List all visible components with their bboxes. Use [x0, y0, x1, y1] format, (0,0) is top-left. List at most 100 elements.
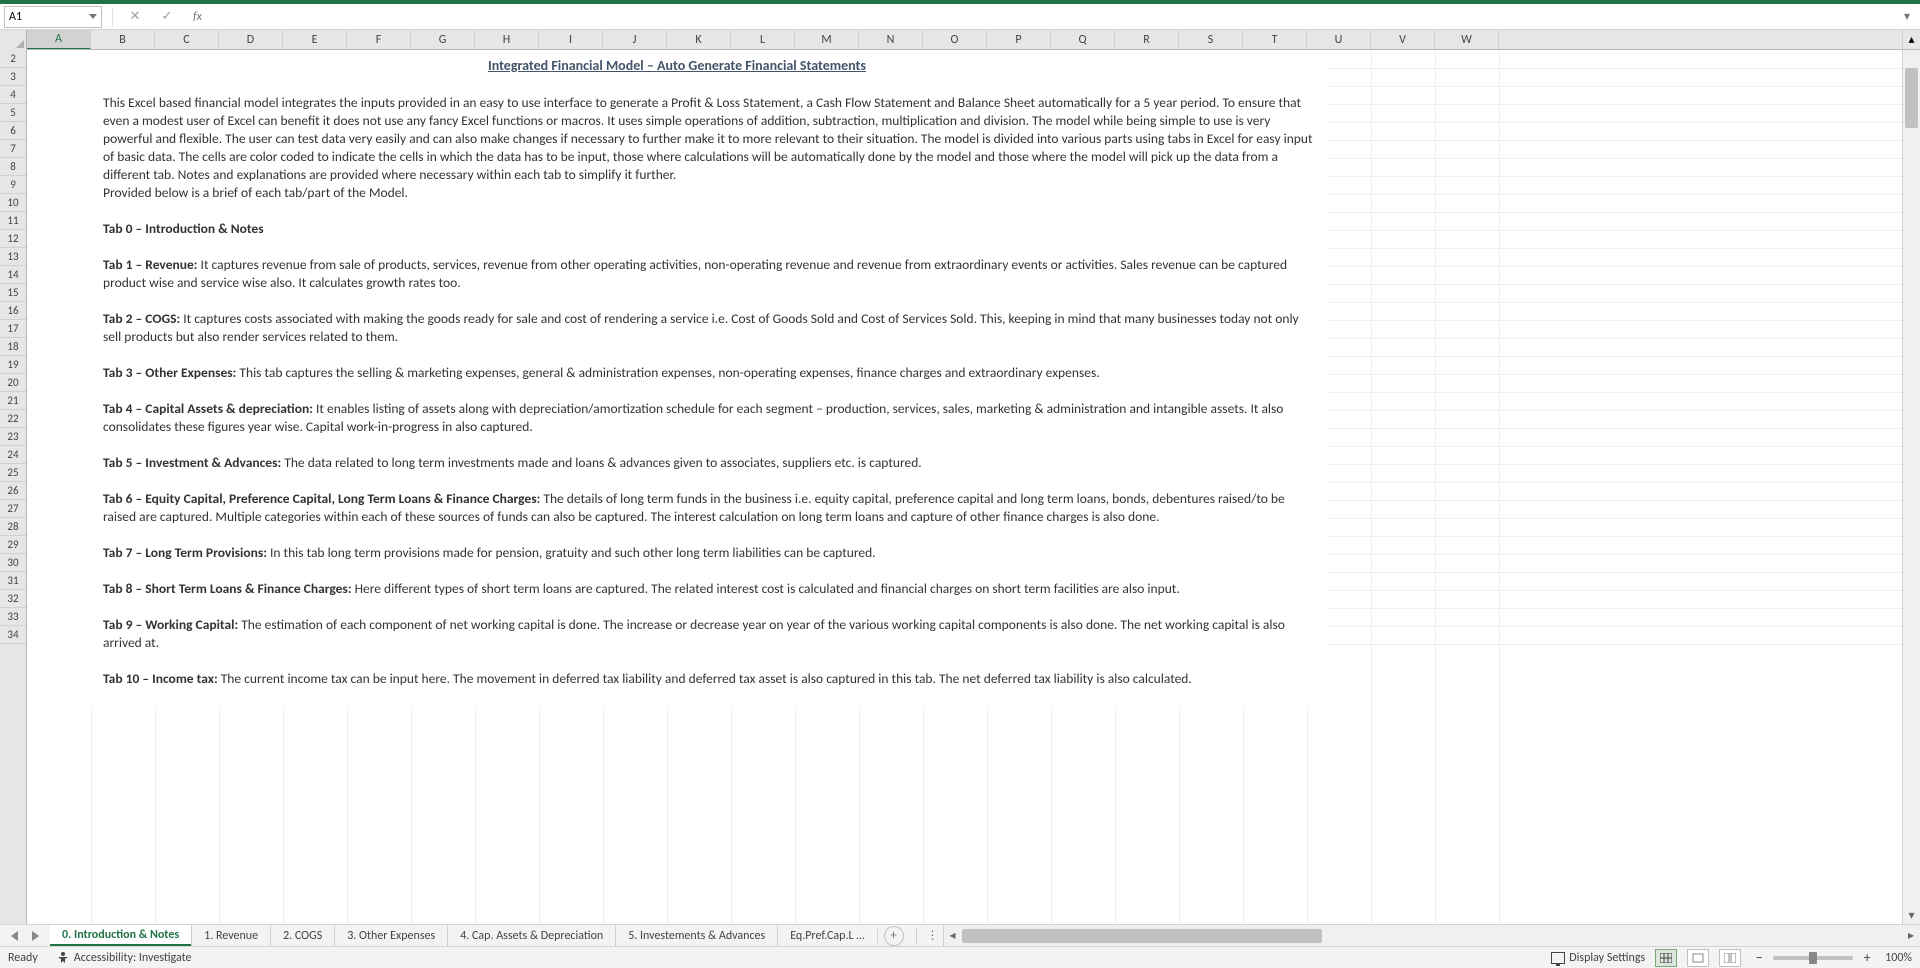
grid-area[interactable]: 2345678910111213141516171819202122232425…	[0, 50, 1920, 924]
column-header-m[interactable]: M	[795, 30, 859, 49]
row-header-14[interactable]: 14	[0, 266, 26, 284]
column-header-j[interactable]: J	[603, 30, 667, 49]
normal-view-button[interactable]	[1655, 949, 1677, 967]
page-layout-view-button[interactable]	[1687, 949, 1709, 967]
cancel-formula-icon[interactable]: ✕	[127, 9, 143, 25]
column-header-t[interactable]: T	[1243, 30, 1307, 49]
vertical-scrollbar[interactable]: ▴ ▾	[1902, 50, 1920, 924]
add-sheet-button[interactable]: +	[884, 926, 904, 946]
sheet-tab-overflow[interactable]: Eq.Pref.Cap.L …	[777, 929, 877, 943]
scroll-down-button[interactable]: ▾	[1903, 906, 1920, 924]
row-header-10[interactable]: 10	[0, 194, 26, 212]
row-header-21[interactable]: 21	[0, 392, 26, 410]
column-header-k[interactable]: K	[667, 30, 731, 49]
hscroll-thumb[interactable]	[962, 929, 1322, 943]
formula-expand-icon[interactable]: ▾	[1898, 6, 1916, 28]
column-header-a[interactable]: A	[27, 30, 91, 49]
row-header-gutter: 2345678910111213141516171819202122232425…	[0, 50, 27, 924]
name-box[interactable]: A1	[4, 6, 102, 28]
row-header-13[interactable]: 13	[0, 248, 26, 266]
hscroll-track[interactable]	[962, 929, 1902, 943]
zoom-in-button[interactable]: +	[1859, 950, 1875, 966]
column-header-c[interactable]: C	[155, 30, 219, 49]
sheet-tab[interactable]: 2. COGS	[270, 925, 335, 946]
column-header-l[interactable]: L	[731, 30, 795, 49]
fx-icon[interactable]: fx	[193, 10, 202, 24]
select-all-button[interactable]	[0, 30, 27, 50]
tab-desc-6: Tab 6 – Equity Capital, Preference Capit…	[103, 490, 1315, 526]
column-header-u[interactable]: U	[1307, 30, 1371, 49]
zoom-slider-knob[interactable]	[1809, 952, 1817, 964]
row-header-28[interactable]: 28	[0, 518, 26, 536]
accessibility-button[interactable]: Accessibility: Investigate	[56, 951, 192, 965]
more-sheets-icon[interactable]: ⋮	[923, 928, 943, 943]
column-header-n[interactable]: N	[859, 30, 923, 49]
column-header-h[interactable]: H	[475, 30, 539, 49]
row-header-6[interactable]: 6	[0, 122, 26, 140]
row-header-24[interactable]: 24	[0, 446, 26, 464]
row-header-27[interactable]: 27	[0, 500, 26, 518]
scroll-left-button[interactable]: ◂	[944, 928, 962, 943]
column-header-i[interactable]: I	[539, 30, 603, 49]
horizontal-scrollbar[interactable]: ◂ ▸	[943, 925, 1920, 946]
column-header-o[interactable]: O	[923, 30, 987, 49]
column-header-s[interactable]: S	[1179, 30, 1243, 49]
row-header-9[interactable]: 9	[0, 176, 26, 194]
row-header-34[interactable]: 34	[0, 626, 26, 644]
cells[interactable]: Integrated Financial Model – Auto Genera…	[27, 50, 1902, 924]
sheet-tab[interactable]: 0. Introduction & Notes	[50, 925, 192, 946]
row-header-20[interactable]: 20	[0, 374, 26, 392]
zoom-slider[interactable]	[1773, 956, 1853, 960]
row-header-31[interactable]: 31	[0, 572, 26, 590]
column-header-p[interactable]: P	[987, 30, 1051, 49]
formula-input[interactable]	[208, 6, 1898, 28]
row-header-5[interactable]: 5	[0, 104, 26, 122]
row-header-7[interactable]: 7	[0, 140, 26, 158]
row-header-12[interactable]: 12	[0, 230, 26, 248]
row-header-19[interactable]: 19	[0, 356, 26, 374]
row-header-17[interactable]: 17	[0, 320, 26, 338]
row-header-11[interactable]: 11	[0, 212, 26, 230]
row-header-32[interactable]: 32	[0, 590, 26, 608]
row-header-29[interactable]: 29	[0, 536, 26, 554]
row-header-18[interactable]: 18	[0, 338, 26, 356]
row-header-16[interactable]: 16	[0, 302, 26, 320]
tab-desc-label: Tab 10 – Income tax:	[103, 670, 218, 687]
row-header-4[interactable]: 4	[0, 86, 26, 104]
row-header-15[interactable]: 15	[0, 284, 26, 302]
column-header-b[interactable]: B	[91, 30, 155, 49]
column-header-r[interactable]: R	[1115, 30, 1179, 49]
column-header-g[interactable]: G	[411, 30, 475, 49]
row-header-26[interactable]: 26	[0, 482, 26, 500]
sheet-tab[interactable]: 3. Other Expenses	[334, 925, 448, 946]
scroll-right-button[interactable]: ▸	[1902, 928, 1920, 943]
column-header-d[interactable]: D	[219, 30, 283, 49]
column-header-v[interactable]: V	[1371, 30, 1435, 49]
row-header-25[interactable]: 25	[0, 464, 26, 482]
zoom-out-button[interactable]: −	[1751, 950, 1767, 966]
column-header-q[interactable]: Q	[1051, 30, 1115, 49]
row-header-23[interactable]: 23	[0, 428, 26, 446]
row-header-33[interactable]: 33	[0, 608, 26, 626]
sheet-tab[interactable]: 1. Revenue	[191, 925, 271, 946]
column-header-e[interactable]: E	[283, 30, 347, 49]
accept-formula-icon[interactable]: ✓	[159, 9, 175, 25]
row-header-30[interactable]: 30	[0, 554, 26, 572]
column-header-w[interactable]: W	[1435, 30, 1499, 49]
row-header-3[interactable]: 3	[0, 68, 26, 86]
chevron-down-icon[interactable]	[89, 14, 97, 19]
row-header-22[interactable]: 22	[0, 410, 26, 428]
row-header-8[interactable]: 8	[0, 158, 26, 176]
zoom-level[interactable]: 100%	[1885, 951, 1912, 965]
sheet-tab[interactable]: 4. Cap. Assets & Depreciation	[447, 925, 616, 946]
sheet-nav-next-icon[interactable]	[32, 931, 39, 941]
display-settings-button[interactable]: Display Settings	[1551, 951, 1645, 965]
column-scroll-up[interactable]: ▴	[1902, 30, 1920, 49]
scroll-thumb[interactable]	[1905, 68, 1918, 128]
sheet-nav-prev-icon[interactable]	[11, 931, 18, 941]
sheet-tab[interactable]: 5. Investements & Advances	[615, 925, 778, 946]
scroll-track[interactable]	[1903, 68, 1920, 906]
row-header-2[interactable]: 2	[0, 50, 26, 68]
column-header-f[interactable]: F	[347, 30, 411, 49]
page-break-view-button[interactable]	[1719, 949, 1741, 967]
